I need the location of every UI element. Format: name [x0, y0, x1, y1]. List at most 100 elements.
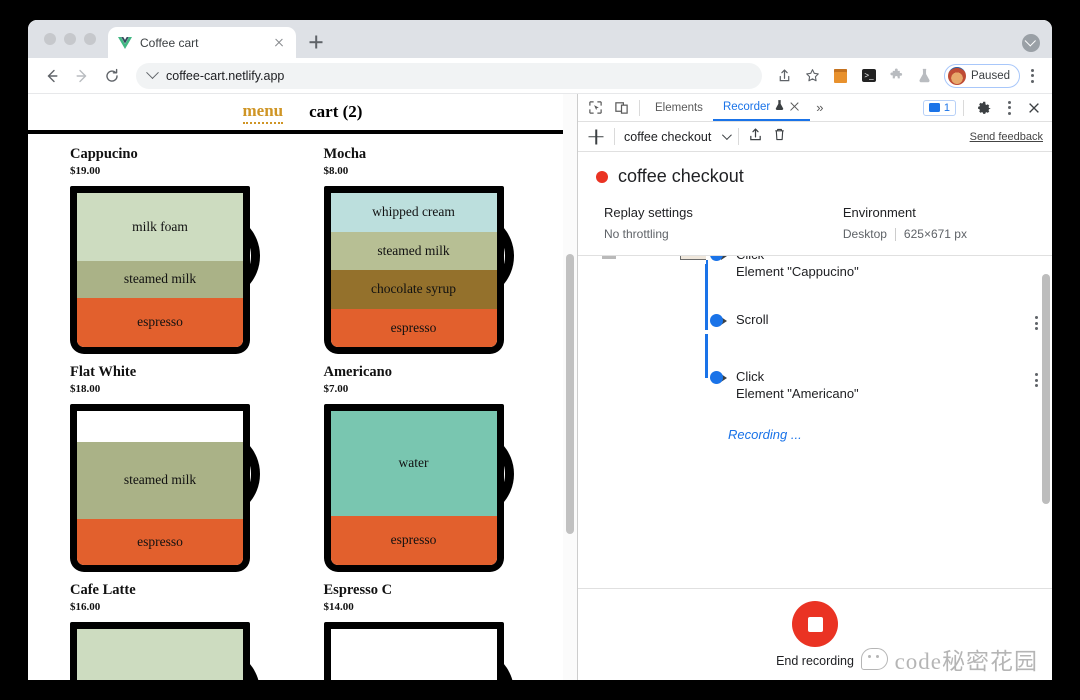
step-screenshot-thumbnail	[596, 256, 706, 264]
devtools-panel: Elements Recorder » 1 coffee checkout Se…	[577, 94, 1052, 680]
divider	[963, 99, 964, 116]
address-bar[interactable]: coffee-cart.netlify.app	[136, 62, 762, 89]
coffee-cup[interactable]: whipped cream steamed milk chocolate syrup…	[323, 186, 514, 358]
message-count: 1	[943, 101, 950, 114]
page-scrollbar-thumb[interactable]	[566, 254, 574, 534]
coffee-item[interactable]: Flat White $18.00 steamed milk espresso	[70, 364, 306, 576]
recorder-steps-list: Click Element "Cappucino" Scroll	[578, 256, 1052, 588]
chevron-down-icon[interactable]	[146, 66, 159, 80]
stop-recording-icon	[807, 616, 823, 632]
cup-layer: chocolate syrup	[330, 270, 497, 309]
coffee-cup[interactable]: milk foam steamed milk espresso	[70, 186, 260, 358]
coffee-item-price: $16.00	[70, 601, 101, 613]
experiment-flask-icon[interactable]	[912, 63, 938, 89]
cup-body: steamed milk espresso	[70, 404, 250, 572]
close-window-button[interactable]	[44, 33, 56, 45]
coffee-item-name: Cafe Latte	[70, 582, 136, 598]
forward-icon[interactable]	[68, 62, 96, 90]
share-icon[interactable]	[772, 63, 798, 89]
close-tab-icon[interactable]	[271, 35, 287, 51]
recording-status-note: Recording ...	[728, 427, 802, 442]
send-feedback-link[interactable]: Send feedback	[970, 131, 1043, 143]
browser-menu-icon[interactable]	[1022, 68, 1042, 83]
recorder-toolbar: coffee checkout Send feedback	[578, 122, 1052, 152]
tab-recorder[interactable]: Recorder	[712, 94, 811, 121]
back-icon[interactable]	[38, 62, 66, 90]
chevron-down-icon[interactable]	[722, 130, 733, 141]
coffee-cup[interactable]	[323, 622, 514, 680]
profile-label: Paused	[970, 69, 1010, 82]
divider	[614, 128, 615, 145]
coffee-item[interactable]: Espresso C $14.00	[323, 582, 560, 680]
recording-title: coffee checkout	[618, 166, 744, 186]
nav-link-menu[interactable]: menu	[242, 101, 284, 124]
nav-link-cart[interactable]: cart (2)	[309, 102, 362, 122]
step-bullet	[710, 256, 723, 261]
replay-settings-group: Replay settings No throttling	[604, 205, 693, 241]
coffee-item-price: $19.00	[70, 165, 101, 177]
cup-layer: water	[330, 411, 497, 516]
tab-elements[interactable]: Elements	[645, 94, 713, 121]
device-toolbar-icon[interactable]	[608, 96, 634, 120]
browser-tab[interactable]: Coffee cart	[108, 27, 296, 58]
coffee-item[interactable]: Americano $7.00 water espresso	[323, 364, 560, 576]
coffee-item[interactable]: Cappucino $19.00 milk foam steamed milk espr…	[70, 146, 306, 358]
environment-group: Environment Desktop 625×671 px	[843, 205, 967, 241]
devtools-tab-bar: Elements Recorder » 1	[578, 94, 1052, 122]
inspect-element-icon[interactable]	[582, 96, 608, 120]
replay-settings-heading: Replay settings	[604, 205, 693, 220]
cup-layer	[77, 411, 243, 442]
replay-settings-value[interactable]: No throttling	[604, 227, 693, 241]
new-tab-button[interactable]	[302, 28, 330, 56]
window-body: menu cart (2) Cappucino $19.00 milk foam st…	[28, 94, 1052, 680]
close-recorder-tab-icon[interactable]	[789, 101, 800, 112]
bookmark-star-icon[interactable]	[800, 63, 826, 89]
trash-icon[interactable]	[772, 127, 787, 147]
reload-icon[interactable]	[98, 62, 126, 90]
add-recording-button[interactable]	[587, 128, 605, 146]
coffee-cup[interactable]	[70, 622, 260, 680]
devtools-more-options-icon[interactable]	[999, 100, 1019, 115]
browser-toolbar: coffee-cart.netlify.app >_ Paused	[28, 58, 1052, 94]
profile-status-pill[interactable]: Paused	[943, 63, 1020, 88]
page-scrollbar[interactable]	[563, 94, 577, 680]
message-count-badge[interactable]: 1	[922, 99, 956, 116]
step-item[interactable]: Scroll	[588, 311, 1052, 337]
recording-indicator-icon	[596, 170, 608, 183]
cup-layer	[330, 629, 497, 680]
coffee-item-price: $18.00	[70, 383, 101, 395]
tab-elements-label: Elements	[655, 101, 703, 114]
coffee-item[interactable]: Mocha $8.00 whipped cream steamed milk choco…	[323, 146, 560, 358]
settings-gear-icon[interactable]	[971, 96, 997, 120]
browser-window: Coffee cart coffee-cart.netlify.app >_ P…	[28, 20, 1052, 680]
cup-layer: espresso	[77, 297, 243, 347]
step-body: Click Element "Cappucino"	[736, 256, 1035, 281]
more-tabs-icon[interactable]: »	[810, 100, 829, 115]
export-icon[interactable]	[748, 127, 763, 147]
step-bullet	[710, 314, 723, 327]
coffee-cup[interactable]: steamed milk espresso	[70, 404, 260, 576]
coffee-item[interactable]: Cafe Latte $16.00	[70, 582, 306, 680]
maximize-window-button[interactable]	[84, 33, 96, 45]
cup-body: milk foam steamed milk espresso	[70, 186, 250, 354]
cup-layer: espresso	[77, 518, 243, 565]
recording-title-row: coffee checkout	[578, 152, 1052, 199]
extension-calculator-icon[interactable]	[828, 63, 854, 89]
vue-logo-icon	[117, 35, 132, 50]
devtools-scrollbar-thumb[interactable]	[1042, 274, 1050, 504]
tab-title: Coffee cart	[140, 35, 199, 50]
step-item[interactable]: Click Element "Americano"	[588, 368, 1052, 403]
end-recording-label: End recording	[776, 654, 854, 668]
minimize-window-button[interactable]	[64, 33, 76, 45]
close-devtools-icon[interactable]	[1021, 96, 1047, 120]
coffee-cup[interactable]: water espresso	[323, 404, 514, 576]
step-item[interactable]: Click Element "Cappucino"	[588, 256, 1052, 281]
extension-terminal-icon[interactable]: >_	[856, 63, 882, 89]
environment-viewport: 625×671 px	[903, 227, 967, 241]
extensions-puzzle-icon[interactable]	[884, 63, 910, 89]
recording-selector-label[interactable]: coffee checkout	[624, 130, 711, 144]
stop-recording-button[interactable]	[792, 601, 838, 647]
window-minimize-icon[interactable]	[1022, 34, 1040, 52]
coffee-item-name: Mocha	[323, 146, 367, 162]
cup-layer: steamed milk	[77, 260, 243, 298]
